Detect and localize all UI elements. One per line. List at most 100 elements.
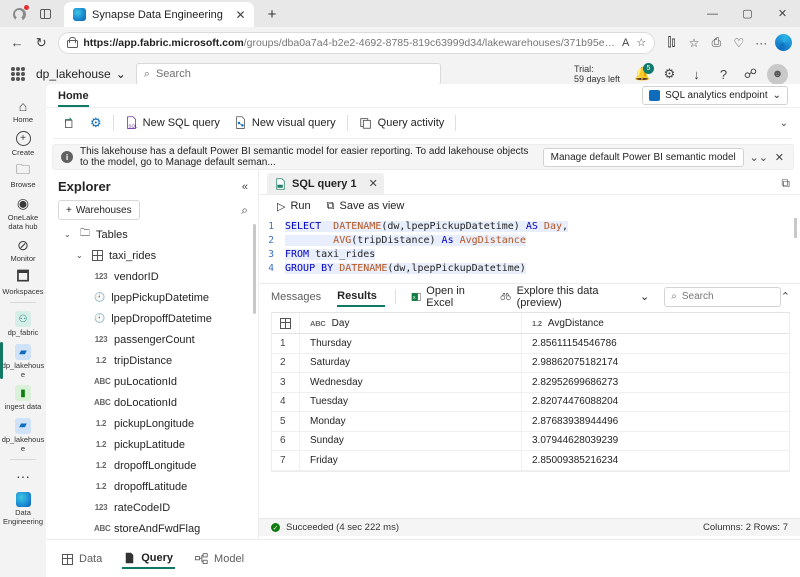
results-search-input[interactable]: ⌕ Search — [664, 286, 781, 307]
chevron-down-icon[interactable]: ⌄ — [640, 290, 649, 303]
table-row[interactable]: 6 Sunday 3.07944628039239 — [272, 431, 789, 451]
tree-column-passengercount[interactable]: 123 passengerCount — [46, 329, 258, 350]
cell-day[interactable]: Wednesday — [300, 373, 522, 392]
rail-item-dp-fabric[interactable]: ⚇ dp_fabric — [0, 307, 46, 340]
tree-column-pickuplongitude[interactable]: 1.2 pickupLongitude — [46, 413, 258, 434]
column-header-day[interactable]: ABC Day — [300, 313, 522, 333]
new-visual-query-button[interactable]: New visual query — [227, 112, 343, 134]
editor-scrollbar[interactable] — [794, 218, 797, 238]
rail-item-browse[interactable]: 🗀 Browse — [0, 159, 46, 192]
rail-item-ingest-data[interactable]: ▮ ingest data — [0, 381, 46, 414]
settings-button[interactable]: ⚙ — [657, 62, 682, 87]
cell-avgdistance[interactable]: 2.82952699686273 — [522, 373, 789, 392]
rail-item-onelake-data-hub[interactable]: ◉ OneLake data hub — [0, 192, 46, 233]
tree-column-pickuplatitude[interactable]: 1.2 pickupLatitude — [46, 434, 258, 455]
cell-day[interactable]: Friday — [300, 451, 522, 470]
tree-column-dropofflatitude[interactable]: 1.2 dropoffLatitude — [46, 476, 258, 497]
collections-icon[interactable]: ⎙ — [706, 30, 726, 55]
reload-button[interactable]: ↻ — [30, 30, 52, 55]
maximize-button[interactable]: ▢ — [730, 0, 765, 27]
rail-item-home[interactable]: ⌂ Home — [0, 94, 46, 127]
ribbon-settings-button[interactable]: ⚙ — [83, 112, 109, 134]
cell-day[interactable]: Monday — [300, 412, 522, 431]
rail-footer-data-engineering[interactable]: Data Engineering — [0, 487, 46, 528]
tree-column-pulocationid[interactable]: ABC puLocationId — [46, 371, 258, 392]
cell-avgdistance[interactable]: 3.07944628039239 — [522, 432, 789, 451]
tree-column-vendorid[interactable]: 123 vendorID — [46, 266, 258, 287]
collapse-explorer-icon[interactable]: « — [242, 181, 248, 193]
rail-item-more[interactable]: ··· — [0, 464, 46, 487]
feedback-button[interactable]: ☍ — [738, 62, 763, 87]
save-as-view-button[interactable]: ⧉ Save as view — [321, 197, 411, 216]
explorer-scrollbar[interactable] — [253, 224, 256, 314]
tree-column-dolocationid[interactable]: ABC doLocationId — [46, 392, 258, 413]
close-tab-icon[interactable]: ✕ — [233, 7, 248, 22]
rail-item-create[interactable]: + Create — [0, 127, 46, 160]
sql-editor[interactable]: 1 SELECT DATENAME(dw,lpepPickupDatetime) … — [259, 216, 800, 279]
split-screen-icon[interactable]: ⫿⫾ — [661, 30, 681, 55]
table-row[interactable]: 5 Monday 2.87683938944496 — [272, 412, 789, 432]
endpoint-switcher[interactable]: SQL analytics endpoint ⌄ — [642, 86, 788, 105]
new-tab-button[interactable]: + — [261, 3, 283, 25]
column-header-avgdistance[interactable]: 1.2 AvgDistance — [522, 313, 789, 333]
cell-day[interactable]: Thursday — [300, 334, 522, 353]
app-launcher-icon[interactable] — [10, 66, 26, 82]
cell-avgdistance[interactable]: 2.82074476088204 — [522, 393, 789, 412]
table-row[interactable]: 7 Friday 2.85009385216234 — [272, 451, 789, 471]
explore-data-button[interactable]: Explore this data (preview) ⌄ — [493, 285, 656, 309]
cell-day[interactable]: Saturday — [300, 353, 522, 372]
bottom-tab-model[interactable]: Model — [193, 549, 246, 568]
favorite-icon[interactable]: ☆ — [636, 36, 646, 49]
tree-column-lpeppickupdatetime[interactable]: 🕘 lpepPickupDatetime — [46, 287, 258, 308]
tree-column-lpepdropoffdatetime[interactable]: 🕘 lpepDropoffDatetime — [46, 308, 258, 329]
ribbon-expand-icon[interactable]: ⌄ — [780, 118, 788, 129]
tree-node-taxi-rides[interactable]: ⌄ taxi_rides — [46, 245, 258, 266]
tab-list-icon[interactable] — [32, 3, 58, 25]
tab-results[interactable]: Results — [337, 286, 385, 307]
rail-item-monitor[interactable]: ⊘ Monitor — [0, 233, 46, 266]
cell-avgdistance[interactable]: 2.87683938944496 — [522, 412, 789, 431]
add-warehouses-button[interactable]: + Warehouses — [58, 200, 140, 220]
browser-tab[interactable]: Synapse Data Engineering ✕ — [64, 2, 254, 27]
account-button[interactable]: ☻ — [765, 62, 790, 87]
cell-day[interactable]: Sunday — [300, 431, 522, 450]
manage-semantic-model-button[interactable]: Manage default Power BI semantic model — [542, 147, 744, 167]
downloads-button[interactable]: ↓ — [684, 62, 709, 87]
rail-item-workspaces[interactable]: 🗖 Workspaces — [0, 266, 46, 299]
table-row[interactable]: 1 Thursday 2.85611154546786 — [272, 334, 789, 354]
minimize-button[interactable]: — — [695, 0, 730, 27]
cell-avgdistance[interactable]: 2.85611154546786 — [522, 334, 789, 353]
back-button[interactable]: ← — [6, 30, 28, 55]
tree-column-dropofflongitude[interactable]: 1.2 dropoffLongitude — [46, 455, 258, 476]
cell-day[interactable]: Tuesday — [300, 392, 522, 411]
notifications-button[interactable]: 🔔 5 — [630, 62, 655, 87]
open-in-excel-button[interactable]: X Open in Excel — [404, 285, 494, 309]
tree-node-tables[interactable]: ⌄ 🗀 Tables — [46, 224, 258, 245]
favorites-icon[interactable]: ☆ — [684, 30, 704, 55]
cell-avgdistance[interactable]: 2.98862075182174 — [522, 354, 789, 373]
bottom-tab-query[interactable]: Query — [122, 548, 176, 569]
workspace-switcher[interactable]: dp_lakehouse ⌄ — [36, 67, 126, 81]
tab-home[interactable]: Home — [58, 90, 89, 107]
tab-messages[interactable]: Messages — [271, 287, 329, 307]
help-button[interactable]: ? — [711, 62, 736, 87]
cell-avgdistance[interactable]: 2.85009385216234 — [522, 451, 789, 470]
bottom-tab-data[interactable]: Data — [60, 549, 104, 568]
copilot-button[interactable] — [774, 30, 794, 55]
close-window-button[interactable]: ✕ — [765, 0, 800, 27]
table-row[interactable]: 4 Tuesday 2.82074476088204 — [272, 392, 789, 412]
query-activity-button[interactable]: Query activity — [352, 112, 452, 134]
rail-item-dp-lakehouse[interactable]: ▰ dp_lakehouse — [0, 340, 46, 381]
table-row[interactable]: 2 Saturday 2.98862075182174 — [272, 353, 789, 373]
run-query-button[interactable]: ▷ Run — [271, 197, 317, 216]
duplicate-query-icon[interactable]: ⧉ — [781, 176, 790, 191]
table-row[interactable]: 3 Wednesday 2.82952699686273 — [272, 373, 789, 393]
tree-column-tripdistance[interactable]: 1.2 tripDistance — [46, 350, 258, 371]
query-tab[interactable]: SQL query 1 ✕ — [267, 173, 384, 194]
explorer-search-icon[interactable]: ⌕ — [241, 203, 248, 218]
profile-button[interactable] — [6, 3, 32, 25]
tree-column-ratecodeid[interactable]: 123 rateCodeID — [46, 497, 258, 518]
select-all-cell[interactable] — [272, 313, 300, 333]
rail-item-dp-lakehouse[interactable]: ▰ dp_lakehouse — [0, 414, 46, 455]
refresh-button[interactable] — [56, 112, 83, 134]
